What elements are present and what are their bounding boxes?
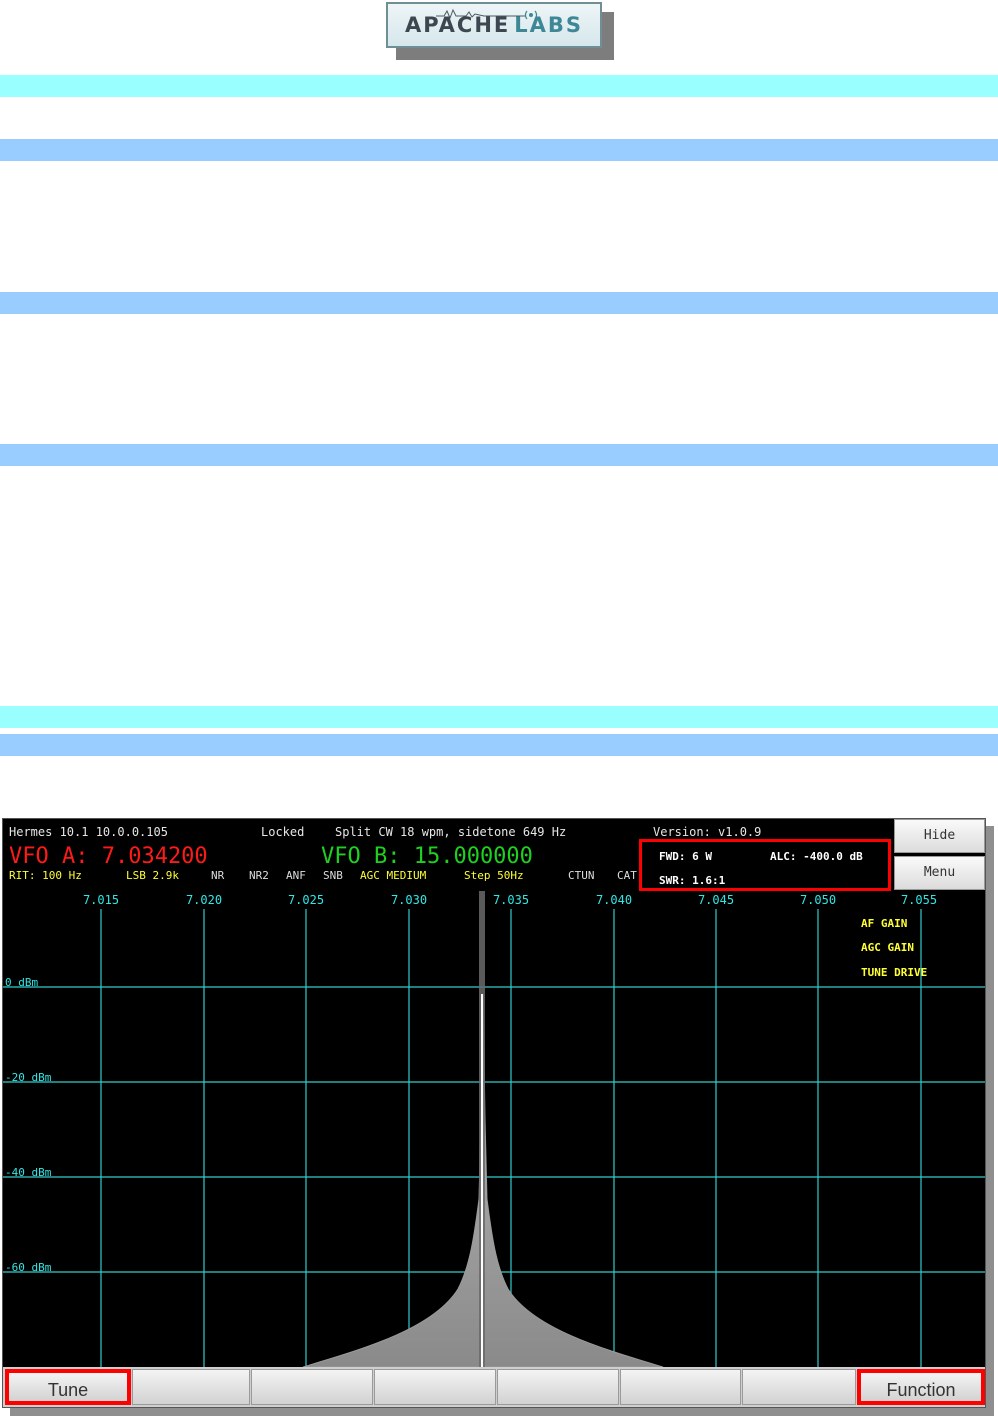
agc-gain-label[interactable]: AGC GAIN: [861, 941, 914, 954]
step-label: Step 50Hz: [464, 869, 524, 882]
function-button-5[interactable]: [497, 1369, 619, 1405]
dbm-label: -20 dBm: [5, 1071, 52, 1084]
nr2-label: NR2: [249, 869, 269, 882]
freq-tick-label: 7.040: [595, 893, 633, 907]
function-button-7[interactable]: [742, 1369, 856, 1405]
blue-bar: [0, 734, 998, 756]
logo-box: APACHE LABS: [386, 2, 602, 48]
blue-bar: [0, 292, 998, 314]
nr-label: NR: [211, 869, 225, 882]
ctun-label: CTUN: [568, 869, 595, 882]
freq-tick-label: 7.055: [900, 893, 938, 907]
cyan-bar: [0, 75, 998, 97]
freq-tick-label: 7.045: [697, 893, 735, 907]
mode-status: Split CW 18 wpm, sidetone 649 Hz: [335, 825, 567, 839]
menu-button[interactable]: Menu: [894, 856, 985, 890]
freq-tick-label: 7.030: [390, 893, 428, 907]
function-button-bar: Tune Function: [3, 1367, 985, 1407]
tune-drive-label[interactable]: TUNE DRIVE: [861, 966, 927, 979]
cyan-bar: [0, 706, 998, 728]
anf-label: ANF: [286, 869, 306, 882]
freq-tick-label: 7.025: [287, 893, 325, 907]
version-label: Version: v1.0.9: [653, 825, 762, 839]
logo-labs: LABS: [514, 13, 584, 37]
vfo-a-display[interactable]: VFO A: 7.034200: [9, 844, 208, 869]
meter-highlight: [639, 839, 891, 891]
mode-filter-label: LSB 2.9k: [126, 869, 179, 882]
af-gain-label[interactable]: AF GAIN: [861, 917, 907, 930]
freq-tick-label: 7.015: [82, 893, 120, 907]
function-button-4[interactable]: [374, 1369, 496, 1405]
freq-tick-label: 7.020: [185, 893, 223, 907]
logo-main: APACHE: [404, 13, 511, 37]
dbm-label: -40 dBm: [5, 1166, 52, 1179]
function-button-2[interactable]: [132, 1369, 250, 1405]
freq-tick-label: 7.035: [492, 893, 530, 907]
rit-label: RIT: 100 Hz: [9, 869, 82, 882]
function-button-3[interactable]: [251, 1369, 373, 1405]
cat-label: CAT: [617, 869, 637, 882]
vfo-b-display[interactable]: VFO B: 15.000000: [321, 844, 533, 869]
radio-screen: Hermes 10.1 10.0.0.105 Locked Split CW 1…: [2, 818, 986, 1408]
function-button[interactable]: Function: [857, 1369, 985, 1405]
hide-button[interactable]: Hide: [894, 819, 985, 853]
snb-label: SNB: [323, 869, 343, 882]
function-button-6[interactable]: [620, 1369, 741, 1405]
panadapter: [3, 891, 985, 1368]
agc-label: AGC MEDIUM: [360, 869, 427, 882]
blue-bar: [0, 444, 998, 466]
logo-text: APACHE LABS: [388, 13, 600, 37]
device-info: Hermes 10.1 10.0.0.105: [9, 825, 168, 839]
tune-button[interactable]: Tune: [5, 1369, 131, 1405]
apache-labs-logo: APACHE LABS: [386, 2, 614, 60]
freq-tick-label: 7.050: [799, 893, 837, 907]
blue-bar: [0, 139, 998, 161]
lock-status: Locked: [261, 825, 305, 839]
dbm-label: 0 dBm: [5, 976, 39, 989]
dbm-label: -60 dBm: [5, 1261, 52, 1274]
